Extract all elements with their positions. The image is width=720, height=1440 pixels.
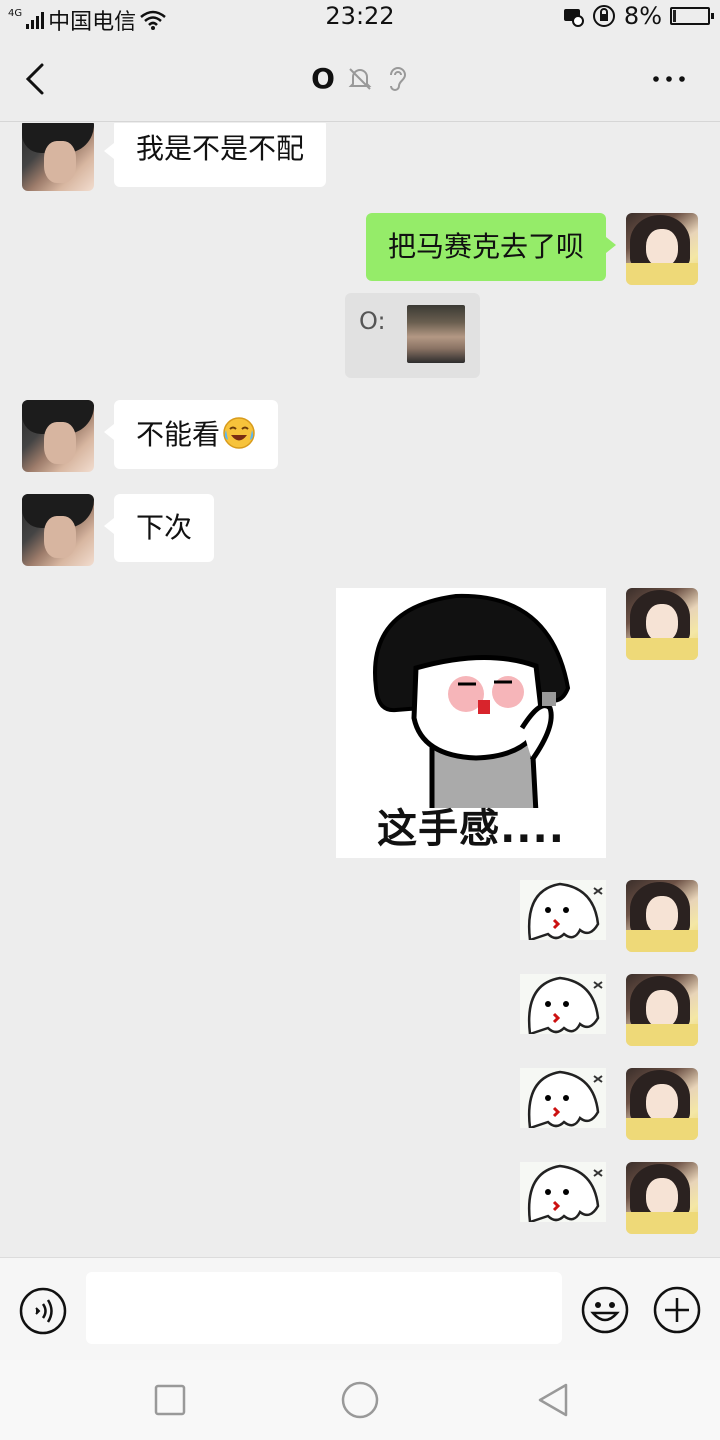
sticker-ghost-face bbox=[527, 882, 603, 942]
message-bubble[interactable]: 下次 bbox=[103, 494, 215, 562]
sticker-image[interactable] bbox=[520, 1068, 606, 1130]
self-avatar[interactable] bbox=[626, 974, 698, 1046]
sticker-ghost-face bbox=[527, 976, 603, 1036]
plus-icon[interactable] bbox=[652, 1285, 702, 1335]
self-avatar[interactable] bbox=[626, 1068, 698, 1140]
sticker-caption: 这手感.... bbox=[377, 806, 565, 852]
self-avatar[interactable] bbox=[626, 880, 698, 952]
quoted-image-thumbnail[interactable] bbox=[407, 305, 465, 363]
message-row-outgoing bbox=[0, 1162, 720, 1234]
sticker-image[interactable] bbox=[520, 1162, 606, 1224]
home-icon[interactable] bbox=[340, 1380, 380, 1420]
title-group: O bbox=[0, 62, 720, 95]
recents-icon[interactable] bbox=[154, 1384, 186, 1416]
message-input[interactable] bbox=[86, 1272, 562, 1344]
message-row-incoming: 不能看 bbox=[0, 400, 720, 472]
message-row-incoming: 下次 bbox=[0, 494, 720, 566]
contact-avatar[interactable] bbox=[22, 494, 94, 566]
battery-icon bbox=[670, 7, 714, 25]
crying-laughing-emoji bbox=[223, 417, 255, 449]
sticker-image[interactable] bbox=[520, 974, 606, 1036]
self-avatar[interactable] bbox=[626, 1162, 698, 1234]
notification-icon bbox=[563, 9, 584, 27]
voice-icon[interactable] bbox=[18, 1286, 68, 1336]
message-row-outgoing bbox=[0, 880, 720, 952]
message-bubble[interactable]: 把马赛克去了呗 bbox=[365, 213, 617, 281]
more-dots-icon[interactable] bbox=[652, 64, 686, 94]
message-row-outgoing bbox=[0, 974, 720, 1046]
message-bubble[interactable]: 不能看 bbox=[103, 400, 279, 469]
system-nav-bar bbox=[0, 1360, 720, 1440]
contact-avatar[interactable] bbox=[22, 400, 94, 472]
message-list[interactable]: 我是不是不配 把马赛克去了呗 O: 不能看 下次 这手感.... bbox=[0, 123, 720, 1257]
sticker-ghost-face bbox=[527, 1070, 603, 1130]
smile-icon[interactable] bbox=[580, 1285, 630, 1335]
message-row-outgoing: 把马赛克去了呗 bbox=[0, 213, 720, 285]
sticker-image[interactable]: 这手感.... bbox=[336, 588, 606, 858]
message-text: 不能看 bbox=[136, 418, 221, 451]
chat-header: O bbox=[0, 34, 720, 122]
sticker-image[interactable] bbox=[520, 880, 606, 942]
quote-sender: O: bbox=[359, 307, 386, 335]
chat-title[interactable]: O bbox=[311, 62, 335, 95]
input-bar bbox=[0, 1257, 720, 1360]
message-row-outgoing: 这手感.... bbox=[0, 588, 720, 858]
bell-off-icon bbox=[348, 67, 372, 90]
sticker-ghost-face bbox=[527, 1164, 603, 1224]
ear-icon bbox=[389, 66, 406, 91]
contact-avatar[interactable] bbox=[22, 123, 94, 191]
message-row-incoming: 我是不是不配 bbox=[0, 123, 720, 193]
sticker-cartoon-face bbox=[373, 593, 571, 808]
status-right: 8% bbox=[562, 2, 714, 30]
quoted-message[interactable]: O: bbox=[345, 293, 480, 378]
status-bar: 4G 中国电信 23:22 8% bbox=[0, 0, 720, 35]
battery-percent: 8% bbox=[623, 2, 662, 30]
back-triangle-icon[interactable] bbox=[536, 1382, 572, 1418]
message-row-outgoing bbox=[0, 1068, 720, 1140]
rotation-lock-icon bbox=[592, 5, 615, 27]
self-avatar[interactable] bbox=[626, 213, 698, 285]
message-bubble[interactable]: 我是不是不配 bbox=[103, 123, 327, 187]
self-avatar[interactable] bbox=[626, 588, 698, 660]
